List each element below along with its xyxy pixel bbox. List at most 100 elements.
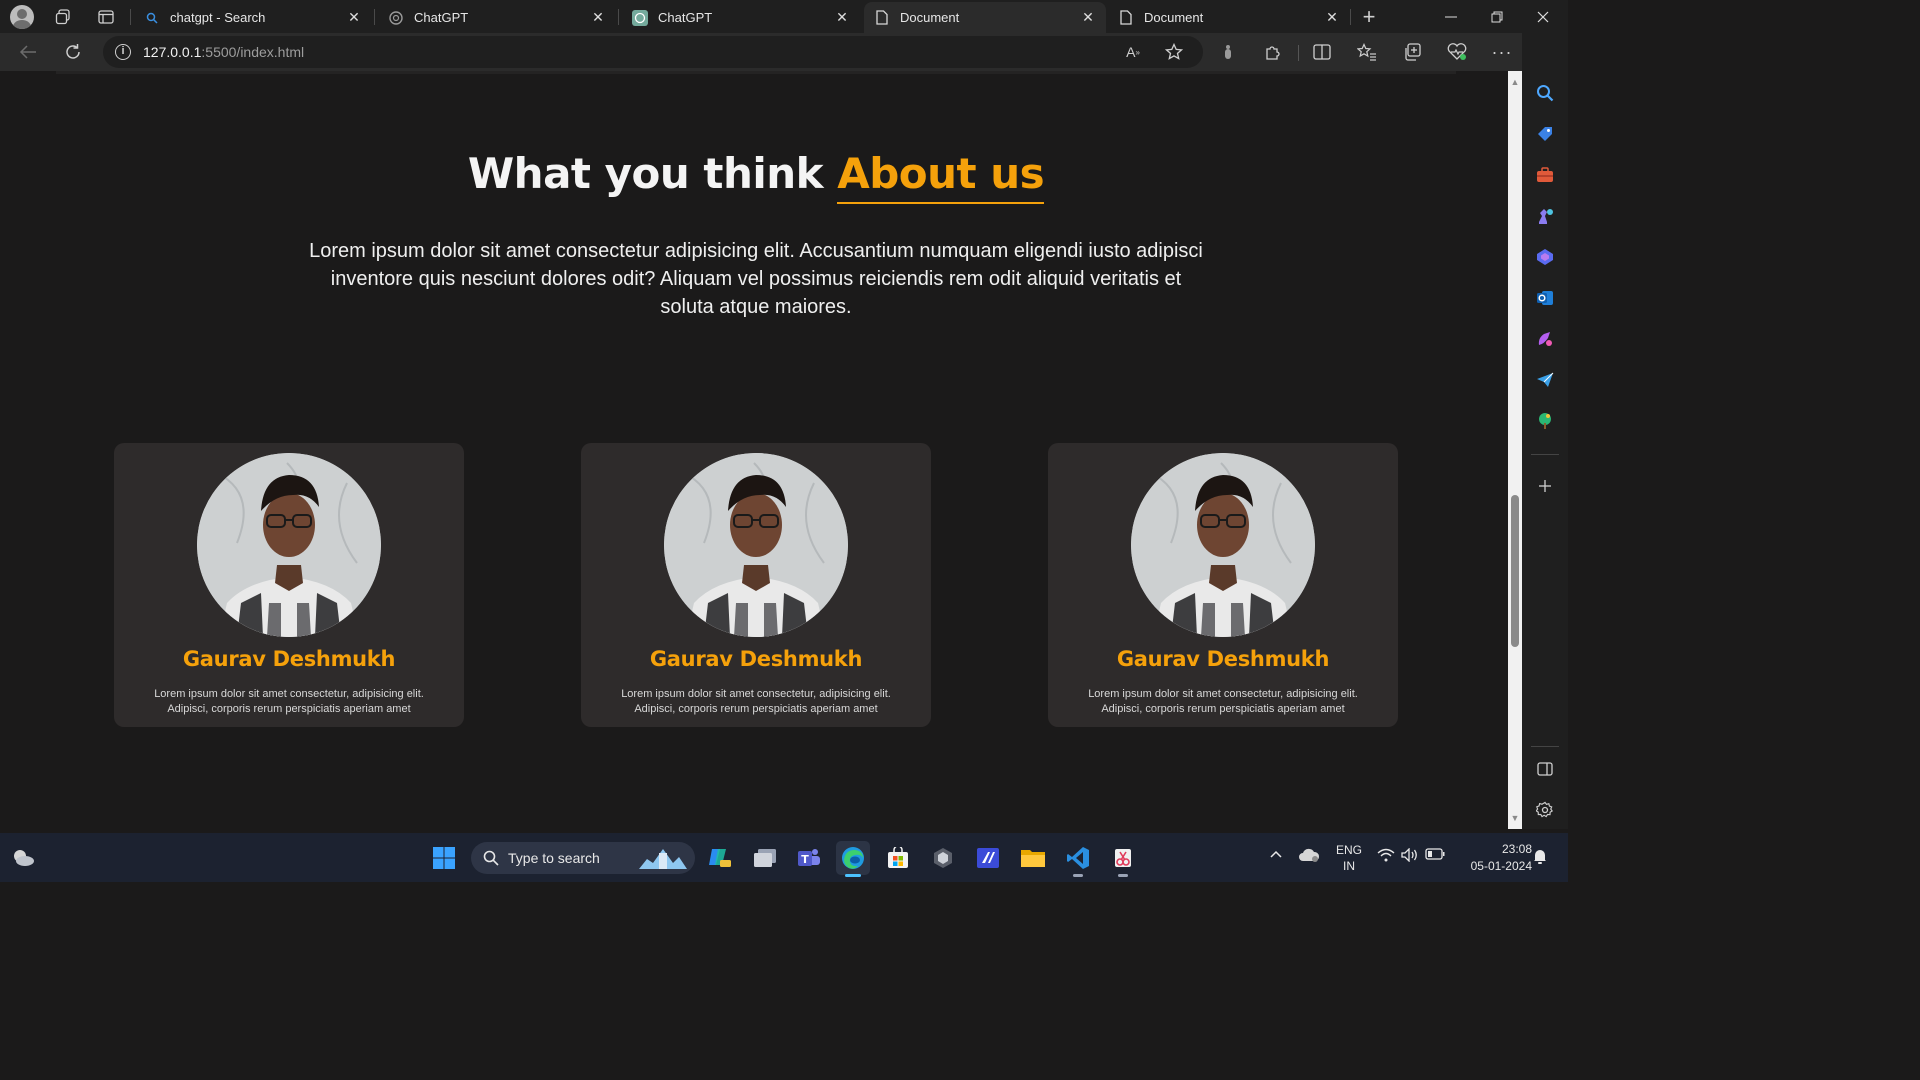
header-divider [56, 71, 1456, 74]
tab-chatgpt-2[interactable]: ChatGPT ✕ [622, 2, 860, 33]
browser-toolbar: i 127.0.0.1:5500/index.html A» ··· [0, 33, 1568, 71]
heading-accent: About us [837, 149, 1045, 204]
extensions-puzzle-icon[interactable] [1258, 37, 1288, 67]
tree-app-icon[interactable] [1530, 406, 1560, 436]
settings-gear-icon[interactable] [1530, 795, 1560, 825]
designer-icon[interactable] [1530, 324, 1560, 354]
taskbar-search-placeholder: Type to search [508, 850, 600, 866]
edge-browser-icon[interactable] [836, 841, 870, 877]
read-aloud-icon[interactable]: A» [1118, 37, 1148, 67]
unity-hub-icon[interactable] [926, 841, 960, 875]
svg-text:T: T [801, 853, 809, 866]
copilot-app-icon[interactable] [1530, 242, 1560, 272]
page-scrollbar[interactable]: ▲ ▼ [1508, 71, 1522, 829]
site-info-icon[interactable]: i [103, 44, 143, 60]
wifi-icon[interactable] [1376, 848, 1396, 865]
scroll-up-arrow-icon[interactable]: ▲ [1508, 77, 1522, 87]
minimize-button[interactable] [1428, 0, 1474, 33]
language-indicator[interactable]: ENG IN [1331, 842, 1367, 874]
task-view-icon[interactable] [748, 841, 782, 875]
clock-date: 05-01-2024 [1470, 859, 1532, 873]
back-button[interactable] [13, 37, 43, 67]
microsoft-store-icon[interactable] [881, 841, 915, 875]
tab-chatgpt-search[interactable]: chatgpt - Search ✕ [134, 2, 372, 33]
tab-title: ChatGPT [414, 10, 469, 25]
tab-document[interactable]: Document ✕ [1108, 2, 1350, 33]
close-window-button[interactable] [1520, 0, 1566, 33]
onedrive-cloud-icon[interactable] [1297, 847, 1321, 866]
edge-sidebar [1522, 33, 1568, 829]
show-hidden-icons-chevron-icon[interactable] [1266, 848, 1286, 862]
tab-document-active[interactable]: Document ✕ [864, 2, 1106, 33]
volume-icon[interactable] [1400, 847, 1420, 865]
browser-essentials-icon[interactable] [1442, 37, 1472, 67]
address-bar[interactable]: i 127.0.0.1:5500/index.html [103, 36, 1203, 68]
send-telegram-icon[interactable] [1530, 365, 1560, 395]
teams-icon[interactable]: T [792, 841, 826, 875]
card-text: Lorem ipsum dolor sit amet consectetur, … [1088, 688, 1358, 715]
document-icon [1118, 10, 1134, 26]
tab-chatgpt[interactable]: ChatGPT ✕ [378, 2, 616, 33]
scroll-thumb[interactable] [1511, 495, 1519, 647]
file-explorer-icon[interactable] [1016, 841, 1050, 875]
tab-title: Document [1144, 10, 1204, 25]
chatgpt-icon [632, 9, 648, 26]
add-sidebar-app-icon[interactable] [1530, 471, 1560, 501]
windows-taskbar: Type to search T ENG IN 23:08 05-01-2024 [0, 833, 1568, 882]
copilot-taskbar-icon[interactable] [703, 841, 737, 875]
browser-tab-strip: chatgpt - Search ✕ ChatGPT ✕ ChatGPT ✕ D… [0, 0, 1568, 33]
section-heading: What you think About us [4, 149, 1508, 204]
shopping-tag-icon[interactable] [1530, 119, 1560, 149]
person-portrait-image [1131, 453, 1315, 637]
language-code: ENG [1335, 843, 1362, 857]
heading-main: What you think [467, 149, 838, 198]
clock[interactable]: 23:08 05-01-2024 [1452, 841, 1532, 875]
snipping-tool-icon[interactable] [1106, 841, 1140, 877]
refresh-button[interactable] [58, 37, 88, 67]
sidebar-search-icon[interactable] [1530, 78, 1560, 108]
favorite-star-icon[interactable] [1159, 37, 1189, 67]
search-icon [144, 10, 160, 26]
profile-avatar-icon[interactable] [2, 0, 42, 33]
card-name: Gaurav Deshmukh [1116, 647, 1330, 671]
scroll-down-arrow-icon[interactable]: ▼ [1508, 813, 1522, 823]
taskbar-search-box[interactable]: Type to search [471, 842, 695, 874]
new-tab-button[interactable]: + [1349, 0, 1389, 33]
collections-icon[interactable] [1397, 37, 1427, 67]
profile-photo [1131, 453, 1315, 637]
search-highlight-icon [639, 849, 687, 869]
vertical-tabs-icon[interactable] [86, 0, 126, 33]
card-text: Lorem ipsum dolor sit amet consectetur, … [154, 688, 424, 715]
hide-sidebar-icon[interactable] [1530, 754, 1560, 784]
split-screen-icon[interactable] [1307, 37, 1337, 67]
restore-button[interactable] [1474, 0, 1520, 33]
start-windows-icon[interactable] [427, 841, 461, 875]
vs-code-icon[interactable] [1061, 841, 1095, 877]
favorites-icon[interactable] [1352, 37, 1382, 67]
person-portrait-image [664, 453, 848, 637]
search-icon [483, 850, 499, 866]
close-icon[interactable]: ✕ [1080, 9, 1096, 26]
battery-icon[interactable] [1424, 848, 1446, 863]
extension-icon[interactable] [1213, 37, 1243, 67]
card-text: Lorem ipsum dolor sit amet consectetur, … [621, 688, 891, 715]
tab-title: Document [900, 10, 960, 25]
close-icon[interactable]: ✕ [1324, 9, 1340, 26]
tab-title: ChatGPT [658, 10, 713, 25]
more-menu-icon[interactable]: ··· [1487, 37, 1517, 67]
close-icon[interactable]: ✕ [346, 9, 362, 26]
games-chess-icon[interactable] [1530, 201, 1560, 231]
weather-widget-icon[interactable] [6, 841, 40, 875]
close-icon[interactable]: ✕ [590, 9, 606, 26]
testimonial-card: Gaurav Deshmukh Lorem ipsum dolor sit am… [114, 443, 464, 727]
notification-bell-icon[interactable] [1531, 848, 1549, 867]
page-viewport: What you think About us Lorem ipsum dolo… [4, 71, 1508, 829]
close-icon[interactable]: ✕ [834, 9, 850, 26]
card-name: Gaurav Deshmukh [182, 647, 396, 671]
person-portrait-image [197, 453, 381, 637]
visual-studio-preview-icon[interactable] [971, 841, 1005, 875]
outlook-icon[interactable] [1530, 283, 1560, 313]
workspaces-icon[interactable] [43, 0, 83, 33]
tools-briefcase-icon[interactable] [1530, 160, 1560, 190]
testimonial-card: Gaurav Deshmukh Lorem ipsum dolor sit am… [1048, 443, 1398, 727]
